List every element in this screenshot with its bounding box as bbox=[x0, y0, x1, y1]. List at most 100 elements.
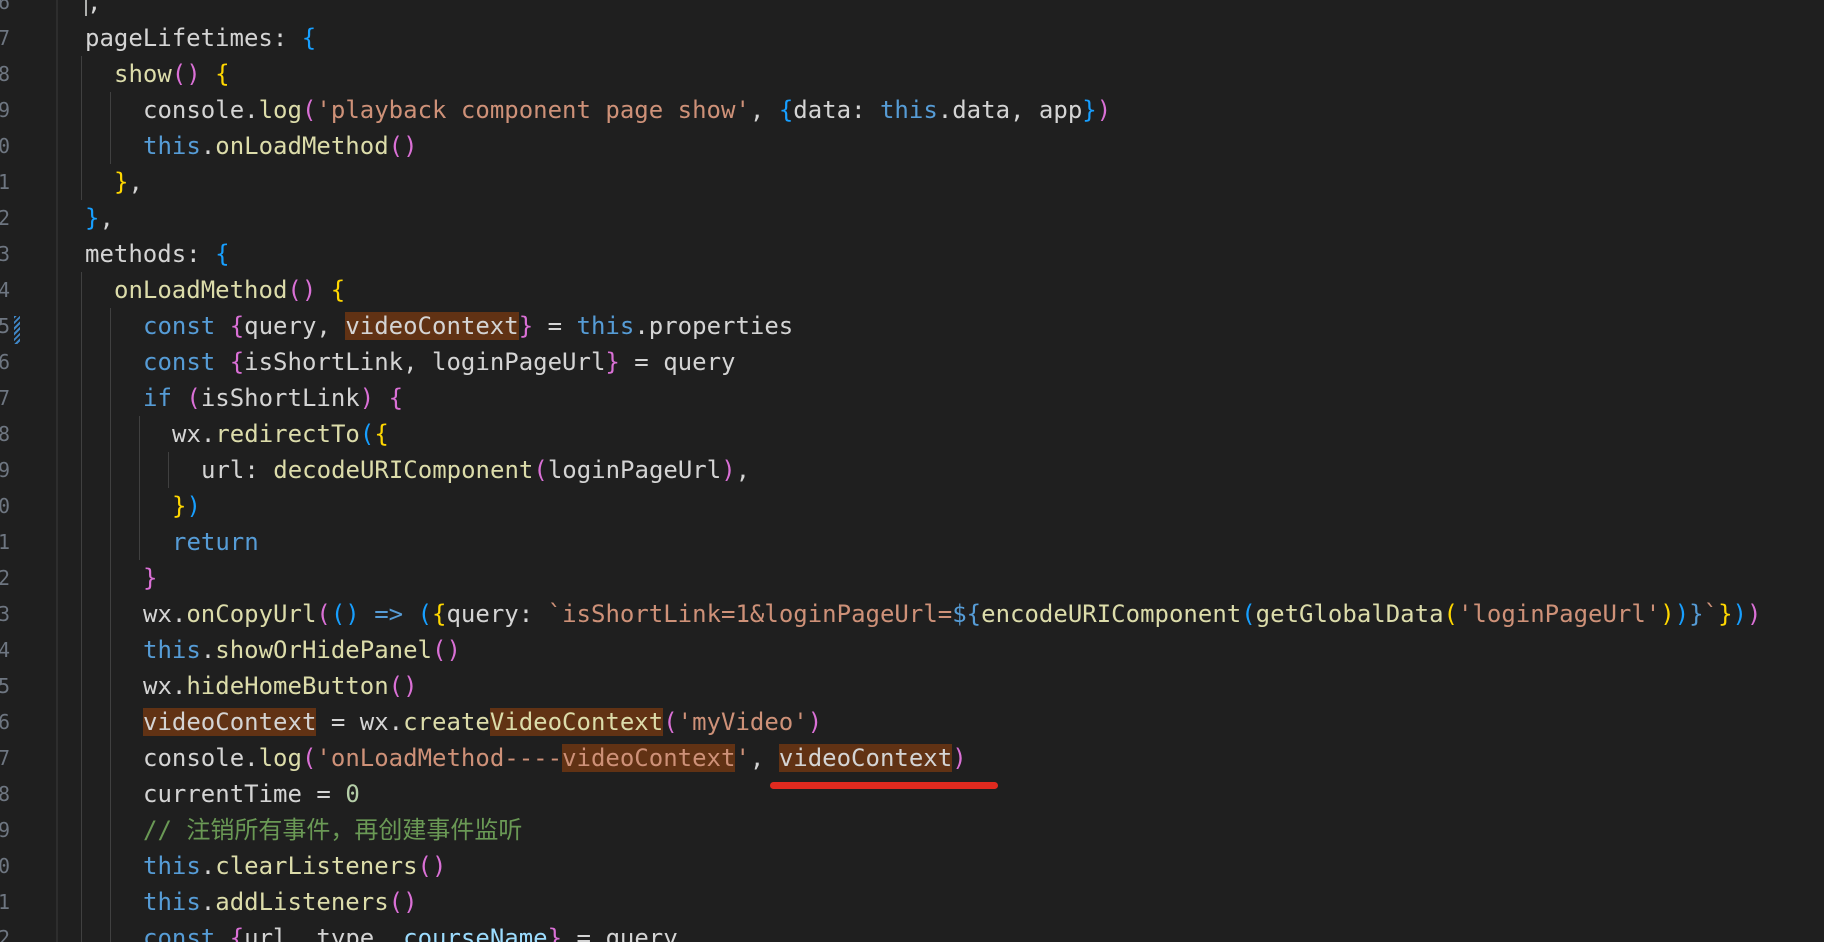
code-token: create bbox=[403, 708, 490, 736]
code-token: wx bbox=[359, 708, 389, 736]
code-token: ` bbox=[1703, 600, 1719, 628]
code-line[interactable]: pageLifetimes: { bbox=[58, 20, 1824, 56]
indent-guide bbox=[81, 560, 82, 596]
code-token: { bbox=[215, 60, 230, 88]
indent-guide bbox=[139, 488, 140, 524]
code-line[interactable]: wx.redirectTo({ bbox=[58, 416, 1824, 452]
code-text: const {url, type, courseName} = query bbox=[143, 920, 678, 942]
indent-guide bbox=[81, 308, 82, 344]
line-number: 0 bbox=[0, 494, 10, 518]
code-token: => bbox=[374, 600, 404, 628]
code-token: = bbox=[316, 708, 360, 736]
code-line[interactable]: const {query, videoContext} = this.prope… bbox=[58, 308, 1824, 344]
code-line[interactable]: return bbox=[58, 524, 1824, 560]
code-token: onLoadMethod bbox=[215, 132, 389, 160]
code-token: () bbox=[330, 600, 360, 628]
line-number: 0 bbox=[0, 854, 10, 878]
code-line[interactable]: videoContext = wx.createVideoContext('my… bbox=[58, 704, 1824, 740]
code-token: this bbox=[143, 888, 201, 916]
code-token: onLoadMethod bbox=[114, 276, 288, 304]
code-line[interactable]: show() { bbox=[58, 56, 1824, 92]
code-token: () bbox=[287, 276, 317, 304]
indent-guide bbox=[110, 308, 111, 344]
code-line[interactable]: this.clearListeners() bbox=[58, 848, 1824, 884]
code-line[interactable]: this.onLoadMethod() bbox=[58, 128, 1824, 164]
code-line[interactable]: if (isShortLink) { bbox=[58, 380, 1824, 416]
line-number: 3 bbox=[0, 242, 10, 266]
code-line[interactable]: }, bbox=[58, 164, 1824, 200]
code-line[interactable]: wx.hideHomeButton() bbox=[58, 668, 1824, 704]
code-token: , bbox=[735, 456, 751, 484]
code-token: () bbox=[388, 132, 418, 160]
code-line[interactable]: const {url, type, courseName} = query bbox=[58, 920, 1824, 942]
code-token: query bbox=[446, 600, 519, 628]
code-area[interactable]: , pageLifetimes: {show() {console.log('pl… bbox=[58, 0, 1824, 942]
code-token: : bbox=[272, 24, 302, 52]
code-token: query bbox=[244, 312, 317, 340]
indent-guide bbox=[110, 488, 111, 524]
code-token: . bbox=[634, 312, 649, 340]
code-line[interactable]: url: decodeURIComponent(loginPageUrl), bbox=[58, 452, 1824, 488]
highlighted-token: videoContext bbox=[562, 744, 736, 772]
code-text: this.addListeners() bbox=[143, 884, 418, 920]
code-token: . bbox=[200, 888, 216, 916]
highlighted-token: videoContext bbox=[345, 312, 519, 340]
code-token: . bbox=[200, 636, 216, 664]
code-token: decodeURIComponent bbox=[273, 456, 534, 484]
code-token: : bbox=[244, 456, 274, 484]
code-token: encodeURIComponent bbox=[981, 600, 1242, 628]
code-token: redirectTo bbox=[215, 420, 360, 448]
code-line[interactable]: }) bbox=[58, 488, 1824, 524]
modified-line-indicator[interactable] bbox=[14, 316, 20, 344]
code-text: this.showOrHidePanel() bbox=[143, 632, 461, 668]
code-token: data bbox=[793, 96, 852, 124]
code-line[interactable]: this.showOrHidePanel() bbox=[58, 632, 1824, 668]
code-token: console bbox=[143, 96, 245, 124]
code-token: } bbox=[1082, 96, 1097, 124]
code-text: }, bbox=[114, 164, 143, 200]
code-text: wx.onCopyUrl(() => ({query: `isShortLink… bbox=[143, 596, 1761, 632]
code-token: { bbox=[301, 24, 317, 52]
code-token: { bbox=[432, 600, 447, 628]
code-line[interactable]: wx.onCopyUrl(() => ({query: `isShortLink… bbox=[58, 596, 1824, 632]
code-line[interactable]: console.log('onLoadMethod----videoContex… bbox=[58, 740, 1824, 776]
indent-guide bbox=[81, 56, 82, 92]
indent-guide bbox=[139, 524, 140, 560]
code-token: 'myVideo' bbox=[677, 708, 808, 736]
indent-guide bbox=[81, 848, 82, 884]
code-line[interactable]: } bbox=[58, 560, 1824, 596]
indent-guide bbox=[81, 272, 82, 308]
code-token: return bbox=[172, 528, 259, 556]
code-token: () bbox=[171, 60, 201, 88]
code-token: . bbox=[937, 96, 953, 124]
code-text: }) bbox=[172, 488, 201, 524]
code-line[interactable]: methods: { bbox=[58, 236, 1824, 272]
code-line[interactable]: const {isShortLink, loginPageUrl} = quer… bbox=[58, 344, 1824, 380]
indent-guide bbox=[81, 596, 82, 632]
code-line[interactable]: onLoadMethod() { bbox=[58, 272, 1824, 308]
indent-guide bbox=[81, 128, 82, 164]
code-line[interactable]: console.log('playback component page sho… bbox=[58, 92, 1824, 128]
code-token: type bbox=[316, 924, 375, 942]
code-token: . bbox=[244, 96, 259, 124]
code-line[interactable]: , bbox=[58, 0, 1824, 20]
line-number: 6 bbox=[0, 710, 10, 734]
code-text: , bbox=[85, 0, 101, 20]
code-token: = bbox=[619, 348, 664, 376]
code-line[interactable]: // 注销所有事件，再创建事件监听 bbox=[58, 812, 1824, 848]
code-text: const {query, videoContext} = this.prope… bbox=[143, 308, 793, 344]
highlighted-token: videoContext bbox=[143, 708, 317, 736]
code-token: app bbox=[1038, 96, 1083, 124]
code-token: } bbox=[1689, 600, 1704, 628]
indent-guide bbox=[110, 560, 111, 596]
line-number: 2 bbox=[0, 926, 10, 942]
code-line[interactable]: this.addListeners() bbox=[58, 884, 1824, 920]
code-text: if (isShortLink) { bbox=[143, 380, 403, 416]
code-editor[interactable]: 6 7 8 9 0 1 2 3 4 5 6 7 8 9 0 1 2 3 4 5 6 7 8 9 0 1 2 , pageLifetim… bbox=[0, 0, 1824, 942]
code-token: } bbox=[85, 204, 100, 232]
code-line[interactable]: }, bbox=[58, 200, 1824, 236]
line-number: 8 bbox=[0, 782, 10, 806]
indent-guide bbox=[110, 416, 111, 452]
